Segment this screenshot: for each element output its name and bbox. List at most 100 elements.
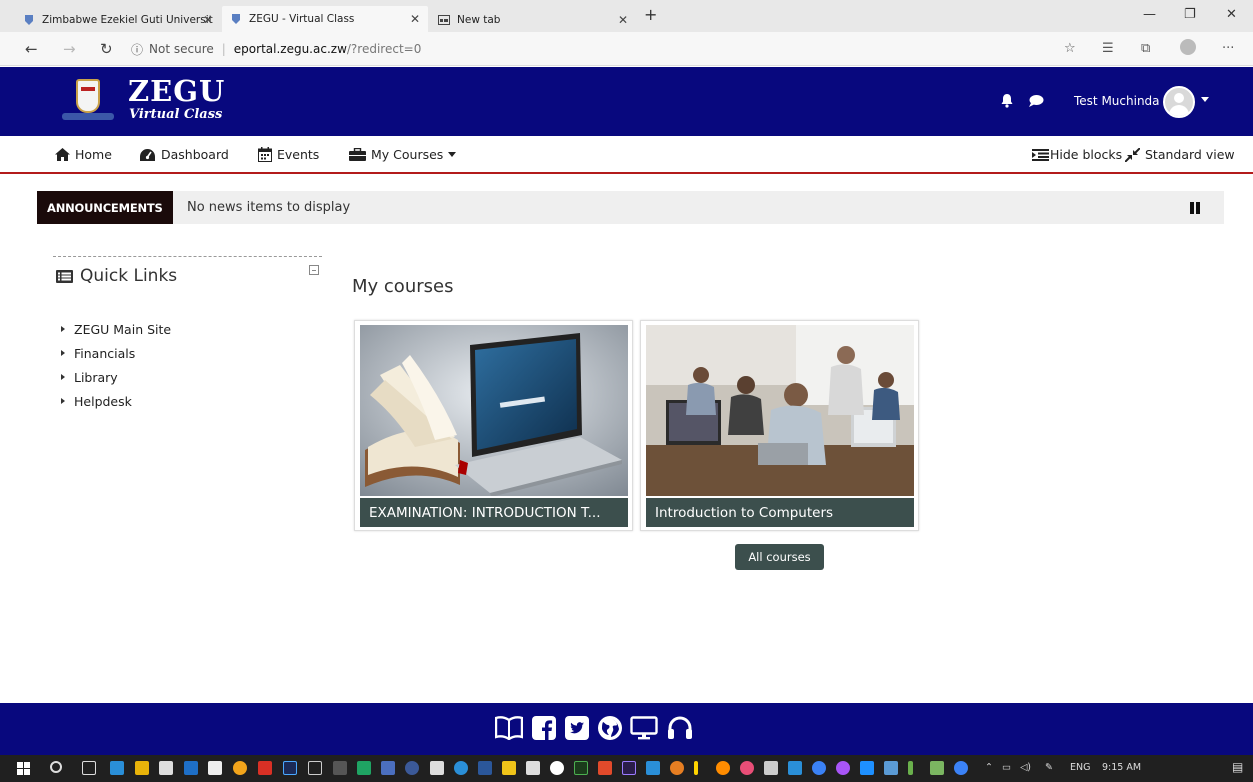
course-card-examination[interactable]: EXAMINATION: INTRODUCTION T... [354, 320, 633, 531]
app-icon[interactable] [405, 761, 419, 775]
headphones-support-icon[interactable] [667, 716, 693, 740]
restore-window-icon[interactable]: ❐ [1184, 7, 1196, 22]
app-icon[interactable] [954, 761, 968, 775]
edge-browser-icon[interactable] [110, 761, 124, 775]
app-icon[interactable] [381, 761, 395, 775]
close-window-icon[interactable]: ✕ [1226, 7, 1237, 22]
app-icon[interactable] [930, 761, 944, 775]
close-tab-icon[interactable]: ✕ [618, 13, 628, 27]
browser-tab-zegu-site[interactable]: Zimbabwe Ezekiel Guti Universit ✕ [15, 8, 221, 32]
app-icon[interactable] [646, 761, 660, 775]
browser-tab-virtual-class[interactable]: ZEGU - Virtual Class ✕ [222, 6, 428, 32]
app-icon[interactable] [430, 761, 444, 775]
app-icon[interactable] [788, 761, 802, 775]
favorites-list-icon[interactable]: ☰ [1102, 41, 1114, 56]
book-open-icon[interactable] [495, 716, 523, 740]
windows-start-icon[interactable] [17, 762, 30, 775]
url-field[interactable]: ⓘ Not secure | eportal.zegu.ac.zw/?redir… [131, 37, 1071, 61]
app-icon[interactable] [454, 761, 468, 775]
chrome-icon[interactable] [233, 761, 247, 775]
quick-link-helpdesk[interactable]: Helpdesk [61, 389, 171, 413]
profile-icon[interactable] [1180, 39, 1196, 55]
app-icon[interactable] [884, 761, 898, 775]
desktop-monitor-icon[interactable] [630, 716, 658, 740]
google-drive-icon[interactable] [357, 761, 371, 775]
calendar-icon [258, 147, 272, 162]
volume-icon[interactable]: ◁) [1020, 762, 1031, 773]
course-image-computer-lab[interactable] [646, 325, 914, 496]
messages-bubble-icon[interactable] [1028, 94, 1044, 108]
course-card-intro-computers[interactable]: Introduction to Computers [640, 320, 919, 531]
info-circle-icon[interactable]: ⓘ [131, 41, 143, 58]
app-icon[interactable] [740, 761, 754, 775]
all-courses-button[interactable]: All courses [735, 544, 824, 570]
course-title[interactable]: EXAMINATION: INTRODUCTION T... [360, 498, 628, 527]
close-tab-icon[interactable]: ✕ [410, 12, 420, 26]
app-icon[interactable] [860, 761, 874, 775]
user-avatar[interactable] [1163, 86, 1195, 118]
action-center-icon[interactable]: ▤ [1232, 760, 1243, 774]
app-icon[interactable] [836, 761, 850, 775]
back-arrow-icon[interactable]: ← [25, 40, 38, 58]
app-icon[interactable] [550, 761, 564, 775]
globe-icon[interactable] [598, 716, 622, 740]
favorite-star-icon[interactable]: ☆ [1064, 41, 1076, 56]
browser-address-bar: ← → ↻ ⓘ Not secure | eportal.zegu.ac.zw /… [0, 32, 1253, 66]
nav-dashboard[interactable]: Dashboard [139, 147, 229, 162]
facebook-icon[interactable] [532, 716, 556, 740]
app-icon[interactable] [333, 761, 347, 775]
app-icon[interactable] [598, 761, 612, 775]
nav-events[interactable]: Events [258, 147, 319, 162]
notification-bell-icon[interactable] [1000, 93, 1014, 108]
standard-view-button[interactable]: Standard view [1125, 147, 1235, 162]
forward-arrow-icon[interactable]: → [63, 40, 76, 58]
hide-blocks-button[interactable]: Hide blocks [1032, 147, 1122, 162]
quick-link-library[interactable]: Library [61, 365, 171, 389]
after-effects-icon[interactable] [622, 761, 636, 775]
dreamweaver-icon[interactable] [574, 761, 588, 775]
twitter-icon[interactable] [565, 716, 589, 740]
app-icon[interactable] [208, 761, 222, 775]
more-options-icon[interactable]: ··· [1222, 41, 1234, 56]
network-icon[interactable]: ▭ [1002, 762, 1011, 773]
outlook-icon[interactable] [184, 761, 198, 775]
user-menu-caret-icon[interactable] [1201, 97, 1209, 102]
input-language[interactable]: ENG [1070, 762, 1090, 773]
pause-icon[interactable] [1190, 202, 1200, 214]
app-icon[interactable] [908, 761, 913, 775]
refresh-icon[interactable]: ↻ [100, 40, 113, 58]
close-tab-icon[interactable]: ✕ [203, 13, 213, 27]
collapse-block-icon[interactable] [309, 265, 319, 275]
photoshop-icon[interactable] [283, 761, 297, 775]
command-prompt-icon[interactable] [308, 761, 322, 775]
quick-link-main-site[interactable]: ZEGU Main Site [61, 317, 171, 341]
nav-home[interactable]: Home [55, 147, 112, 162]
app-icon[interactable] [716, 761, 730, 775]
file-explorer-icon[interactable] [135, 761, 149, 775]
pen-icon[interactable]: ✎ [1045, 762, 1053, 773]
app-icon[interactable] [812, 761, 826, 775]
system-clock[interactable]: 9:15 AM [1102, 762, 1141, 773]
course-image-laptop-book[interactable] [360, 325, 628, 496]
nav-my-courses[interactable]: My Courses [349, 147, 457, 162]
task-view-icon[interactable] [82, 761, 96, 775]
collections-icon[interactable]: ⧉ [1141, 41, 1150, 56]
new-tab-plus-icon[interactable]: + [644, 7, 657, 23]
word-icon[interactable] [478, 761, 492, 775]
zegu-crest-logo[interactable] [76, 79, 100, 113]
app-icon[interactable] [258, 761, 272, 775]
store-icon[interactable] [159, 761, 173, 775]
minimize-icon[interactable]: — [1143, 7, 1156, 22]
site-brand[interactable]: ZEGU [128, 76, 225, 106]
app-icon[interactable] [502, 761, 516, 775]
quick-link-financials[interactable]: Financials [61, 341, 171, 365]
chevron-up-icon[interactable]: ⌃ [985, 762, 993, 773]
app-icon[interactable] [694, 761, 698, 775]
app-icon[interactable] [526, 761, 540, 775]
course-title[interactable]: Introduction to Computers [646, 498, 914, 527]
app-icon[interactable] [670, 761, 684, 775]
user-name[interactable]: Test Muchinda [1074, 94, 1160, 108]
search-icon[interactable] [50, 761, 62, 773]
browser-tab-new-tab[interactable]: New tab ✕ [430, 8, 636, 32]
app-icon[interactable] [764, 761, 778, 775]
